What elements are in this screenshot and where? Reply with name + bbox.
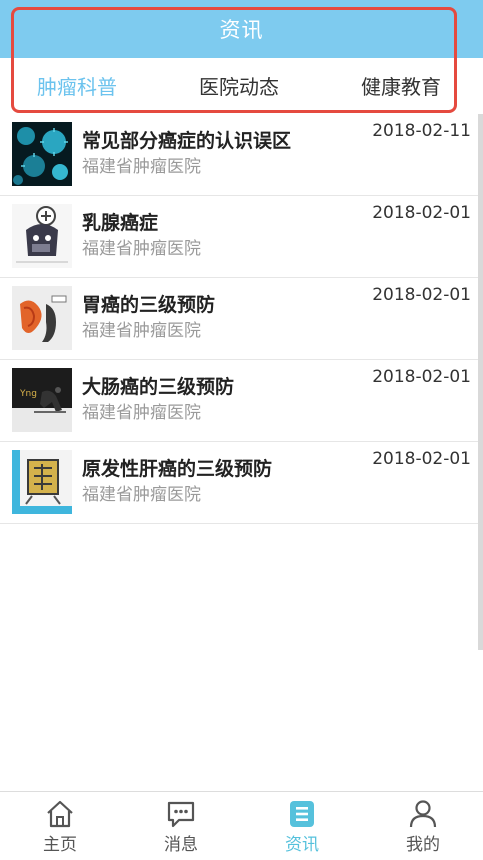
colon-cancer-thumbnail: Yng [12,368,72,432]
list-item[interactable]: 胃癌的三级预防 福建省肿瘤医院 2018-02-01 [0,278,478,360]
liver-cancer-thumbnail [12,450,72,514]
news-icon [290,801,314,827]
app-header: 资讯 [0,0,483,58]
article-source: 福建省肿瘤医院 [82,321,201,341]
breast-cancer-cartoon-thumbnail [12,204,72,268]
list-item[interactable]: 原发性肝癌的三级预防 福建省肿瘤医院 2018-02-01 [0,442,478,524]
virus-cells-thumbnail [12,122,72,186]
scrollbar[interactable] [478,114,483,650]
article-title: 大肠癌的三级预防 [82,376,235,398]
article-list: 常见部分癌症的认识误区 福建省肿瘤医院 2018-02-11 乳腺癌症 福建省肿… [0,114,478,524]
article-title: 乳腺癌症 [82,212,159,234]
bottom-navigation: 主页 消息 资讯 我的 [0,791,483,860]
tab-health-education[interactable]: 健康教育 [361,58,441,114]
article-source: 福建省肿瘤医院 [82,485,201,505]
article-title: 原发性肝癌的三级预防 [82,458,273,480]
article-date: 2018-02-01 [372,203,471,223]
article-date: 2018-02-01 [372,367,471,387]
article-date: 2018-02-01 [372,285,471,305]
nav-profile-label: 我的 [406,835,440,855]
category-tabs: 肿瘤科普 医院动态 健康教育 [0,58,483,115]
home-icon [47,800,73,828]
article-source: 福建省肿瘤医院 [82,403,201,423]
list-item[interactable]: Yng 大肠癌的三级预防 福建省肿瘤医院 2018-02-01 [0,360,478,442]
svg-text:Yng: Yng [19,389,37,399]
article-source: 福建省肿瘤医院 [82,239,201,259]
list-item[interactable]: 常见部分癌症的认识误区 福建省肿瘤医院 2018-02-11 [0,114,478,196]
nav-profile[interactable]: 我的 [363,792,483,860]
nav-home[interactable]: 主页 [0,792,120,860]
tab-hospital-news[interactable]: 医院动态 [199,58,279,114]
profile-icon [409,800,437,828]
article-date: 2018-02-01 [372,449,471,469]
page-title: 资讯 [219,18,264,42]
article-source: 福建省肿瘤医院 [82,157,201,177]
nav-news[interactable]: 资讯 [242,792,362,860]
stomach-cancer-thumbnail [12,286,72,350]
article-title: 胃癌的三级预防 [82,294,216,316]
nav-news-label: 资讯 [285,835,319,855]
nav-messages[interactable]: 消息 [121,792,241,860]
article-date: 2018-02-11 [372,121,471,141]
nav-messages-label: 消息 [164,835,198,855]
list-item[interactable]: 乳腺癌症 福建省肿瘤医院 2018-02-01 [0,196,478,278]
message-icon [167,801,195,828]
nav-home-label: 主页 [43,835,77,855]
tab-tumor-science[interactable]: 肿瘤科普 [37,58,117,114]
article-title: 常见部分癌症的认识误区 [82,130,292,152]
